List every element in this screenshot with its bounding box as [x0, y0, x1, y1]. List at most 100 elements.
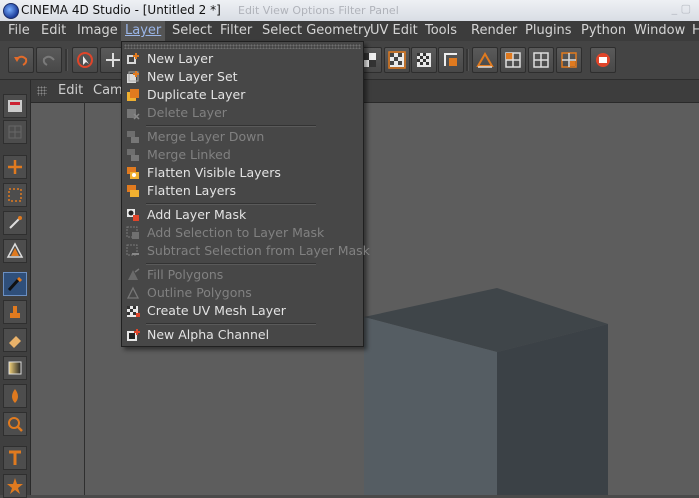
- layout-icon: [8, 100, 22, 112]
- delete-layer-icon: [127, 109, 140, 120]
- magnifier-icon: [8, 417, 23, 432]
- menu-item-fill-polygons[interactable]: Fill Polygons: [123, 266, 362, 284]
- menu-item-new-layer[interactable]: New Layer: [123, 50, 362, 68]
- menu-bar: File Edit Image Layer Select Filter Sele…: [0, 21, 699, 42]
- droplet-icon: [12, 389, 18, 403]
- undo-icon: [14, 55, 28, 66]
- new-layer-icon: [127, 53, 139, 64]
- menu-render[interactable]: Render: [467, 21, 521, 41]
- star-button[interactable]: [3, 474, 27, 498]
- magic-wand-button[interactable]: [3, 211, 27, 235]
- menu-item-flatten-visible-layers[interactable]: Flatten Visible Layers: [123, 164, 362, 182]
- eraser-button[interactable]: [3, 328, 27, 352]
- menu-file[interactable]: File: [4, 21, 34, 41]
- menu-item-new-alpha-channel[interactable]: New Alpha Channel: [123, 326, 362, 344]
- star-icon: [7, 478, 23, 494]
- menu-select-geometry[interactable]: Select Geometry: [258, 21, 375, 41]
- title-bar: CINEMA 4D Studio - [Untitled 2 *] Edit V…: [0, 0, 699, 22]
- merge-linked-icon: [127, 149, 139, 161]
- menu-item-flatten-layers[interactable]: Flatten Layers: [123, 182, 362, 200]
- polygon-icon: [6, 242, 24, 258]
- points-mode-button[interactable]: [472, 47, 498, 73]
- zoom-button[interactable]: [3, 412, 27, 436]
- toolbar-separator: [466, 49, 469, 71]
- uv-transform-button[interactable]: [438, 47, 464, 73]
- menu-item-subtract-selection-from-layer-mask[interactable]: Subtract Selection from Layer Mask: [123, 242, 370, 260]
- add-selection-mask-icon: [126, 226, 139, 239]
- menu-edit[interactable]: Edit: [37, 21, 70, 41]
- merge-layer-down-icon: [127, 131, 139, 143]
- toolbar-button-checker-2[interactable]: [384, 47, 410, 73]
- text-tool-button[interactable]: [3, 446, 27, 470]
- move-icon: [106, 53, 120, 67]
- menu-item-create-uv-mesh-layer[interactable]: Create UV Mesh Layer: [123, 302, 362, 320]
- menu-python[interactable]: Python: [577, 21, 630, 41]
- eraser-icon: [9, 336, 21, 348]
- uv-mesh-layer-icon: [127, 306, 140, 317]
- gradient-button[interactable]: [3, 356, 27, 380]
- menu-filter[interactable]: Filter: [216, 21, 256, 41]
- menu-window[interactable]: Window: [630, 21, 689, 41]
- menu-item-add-selection-to-layer-mask[interactable]: Add Selection to Layer Mask: [123, 224, 362, 242]
- menu-tools[interactable]: Tools: [421, 21, 461, 41]
- polygon-select-button[interactable]: [3, 239, 27, 263]
- move-button[interactable]: [3, 155, 27, 179]
- menu-item-merge-layer-down[interactable]: Merge Layer Down: [123, 128, 362, 146]
- tearoff-handle[interactable]: [124, 44, 361, 49]
- gradient-icon: [8, 361, 22, 375]
- redo-button[interactable]: [36, 47, 62, 73]
- toolbar-separator: [65, 49, 68, 71]
- fill-polygons-icon: [128, 268, 140, 280]
- menu-plugins[interactable]: Plugins: [521, 21, 576, 41]
- render-button[interactable]: [590, 47, 616, 73]
- menu-separator: [146, 323, 316, 325]
- menu-item-delete-layer[interactable]: Delete Layer: [123, 104, 362, 122]
- layout-button[interactable]: [3, 94, 27, 118]
- add-layer-mask-icon: [127, 209, 139, 221]
- menu-layer[interactable]: Layer: [121, 21, 166, 41]
- clone-stamp-button[interactable]: [3, 300, 27, 324]
- window-title: CINEMA 4D Studio - [Untitled 2 *]: [21, 3, 221, 17]
- menu-item-add-layer-mask[interactable]: Add Layer Mask: [123, 206, 362, 224]
- stamp-icon: [10, 306, 20, 318]
- menu-item-duplicate-layer[interactable]: Duplicate Layer: [123, 86, 362, 104]
- live-selection-button[interactable]: [72, 47, 98, 73]
- menu-uv-edit[interactable]: UV Edit: [366, 21, 422, 41]
- uv-polygons-button[interactable]: [556, 47, 582, 73]
- grid-icon: [533, 52, 549, 68]
- menu-item-new-layer-set[interactable]: New Layer Set: [123, 68, 362, 86]
- menu-help[interactable]: H: [688, 21, 699, 41]
- checker-pattern-icon: [388, 51, 406, 69]
- checker-fine-icon: [417, 53, 431, 67]
- flatten-visible-icon: [127, 167, 139, 179]
- text-icon: [9, 450, 21, 465]
- model-mode-button[interactable]: [3, 120, 27, 144]
- polygons-mode-button[interactable]: [528, 47, 554, 73]
- brush-icon: [7, 276, 23, 292]
- menu-separator: [146, 203, 316, 205]
- toolbar-button-checker-3[interactable]: [411, 47, 437, 73]
- brush-button[interactable]: [3, 272, 27, 296]
- edges-mode-button[interactable]: [500, 47, 526, 73]
- menu-select[interactable]: Select: [168, 21, 216, 41]
- menu-item-outline-polygons[interactable]: Outline Polygons: [123, 284, 362, 302]
- layer-menu-dropdown: New Layer New Layer Set Duplicate Layer …: [121, 41, 370, 347]
- menu-image[interactable]: Image: [73, 21, 122, 41]
- outline-polygons-icon: [126, 286, 140, 299]
- magic-wand-icon: [9, 216, 22, 229]
- duplicate-layer-icon: [127, 89, 139, 101]
- move-icon: [8, 160, 22, 174]
- rectangle-select-button[interactable]: [3, 183, 27, 207]
- new-layer-set-icon: [127, 71, 139, 83]
- render-globe-icon: [596, 53, 610, 67]
- rectangle-select-icon: [8, 188, 22, 202]
- left-toolbar: [0, 80, 31, 498]
- cube-right-face: [497, 324, 608, 495]
- menu-item-merge-linked[interactable]: Merge Linked: [123, 146, 362, 164]
- background-window-menu: Edit View Options Filter Panel: [238, 4, 399, 17]
- menu-separator: [146, 125, 316, 127]
- window-controls[interactable]: _ ▢: [605, 2, 691, 18]
- undo-button[interactable]: [8, 47, 34, 73]
- blur-button[interactable]: [3, 384, 27, 408]
- grid-disabled-icon: [8, 125, 22, 139]
